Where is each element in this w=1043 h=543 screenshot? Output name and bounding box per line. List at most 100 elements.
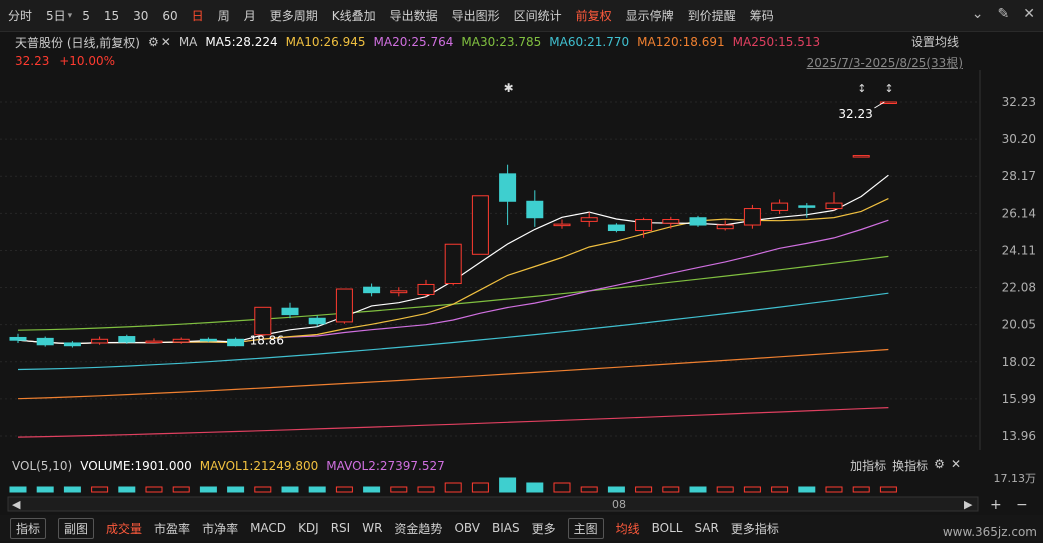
export-data-button[interactable]: 导出数据 [390, 7, 438, 24]
close-icon[interactable]: ✕ [161, 35, 171, 49]
price-change: 32.23 +10.00% [15, 54, 115, 68]
volume-bar [607, 486, 625, 493]
candle-body [118, 336, 136, 343]
forward-adjust-menu[interactable]: 前复权 [576, 7, 612, 24]
range-stats-button[interactable]: 区间统计 [514, 7, 562, 24]
candle-body [635, 219, 653, 232]
zoom-out-icon[interactable]: − [1016, 497, 1028, 513]
candle-body [852, 155, 870, 158]
candle-body [553, 223, 571, 227]
kline-overlay-menu[interactable]: K线叠加 [332, 7, 376, 24]
tab-indicator[interactable]: 指标 [10, 517, 47, 539]
tab-main-chart[interactable]: 主图 [567, 517, 604, 539]
tab-pe[interactable]: 市盈率 [154, 520, 190, 537]
tab-obv[interactable]: OBV [454, 521, 480, 535]
tab-volume[interactable]: 成交量 [106, 520, 142, 537]
candle-body [471, 195, 489, 255]
volume-bar [771, 486, 789, 493]
collapse-icon[interactable]: ⌄ [972, 6, 984, 22]
y-tick-label: 24.11 [1002, 243, 1036, 257]
tab-bias[interactable]: BIAS [492, 521, 520, 535]
ma-settings-button[interactable]: 设置均线 [911, 33, 959, 50]
ma-label: MA [178, 35, 198, 49]
tab-more-indicators[interactable]: 更多指标 [731, 520, 779, 537]
tab-more[interactable]: 更多 [532, 520, 556, 537]
close-icon[interactable]: ✕ [1023, 6, 1035, 22]
gear-icon[interactable]: ⚙ [148, 35, 159, 49]
last-price: 32.23 [15, 54, 50, 68]
candle-body [689, 217, 707, 226]
tab-fund-trend[interactable]: 资金趋势 [394, 520, 442, 537]
kline-chart[interactable]: 32.23 30.20 28.17 26.14 24.11 22.08 20.05 18.02… [0, 70, 1043, 450]
ma60-value: MA60:21.770 [549, 35, 630, 49]
show-suspended-button[interactable]: 显示停牌 [626, 7, 674, 24]
volume-bar [635, 486, 653, 493]
chevron-down-icon: ▾ [67, 10, 73, 21]
tab-15min[interactable]: 15 [104, 9, 119, 23]
high-price-label: 32.23 [838, 107, 872, 121]
y-tick-label: 30.20 [1002, 132, 1036, 146]
tab-daily[interactable]: 日 [192, 7, 204, 24]
candle-body [716, 224, 734, 230]
tab-subchart[interactable]: 副图 [58, 517, 95, 539]
zoom-in-icon[interactable]: + [990, 497, 1002, 513]
chips-button[interactable]: 筹码 [750, 7, 774, 24]
candle-body [798, 205, 816, 208]
volume-bar [63, 486, 81, 493]
ma250-line [17, 407, 889, 438]
volume-bar [662, 486, 680, 493]
date-range-label[interactable]: 2025/7/3-2025/8/25(33根) [807, 54, 963, 71]
event-star-icon: ✱ [504, 81, 514, 95]
tab-30min[interactable]: 30 [133, 9, 148, 23]
stock-name: 天普股份 (日线,前复权) [15, 35, 140, 50]
tab-5min[interactable]: 5 [82, 9, 90, 23]
price-alert-button[interactable]: 到价提醒 [688, 7, 736, 24]
ma10-value: MA10:26.945 [285, 35, 366, 49]
tab-monthly[interactable]: 月 [244, 7, 256, 24]
volume-bar [743, 486, 761, 493]
brush-icon[interactable]: ✎ [998, 6, 1010, 22]
tab-wr[interactable]: WR [362, 521, 382, 535]
candle-body [771, 202, 789, 211]
x-axis-month-label: 08 [612, 498, 626, 511]
tab-5day[interactable]: 5日 [46, 7, 66, 24]
tab-ma[interactable]: 均线 [616, 520, 640, 537]
ma250-value: MA250:15.513 [732, 35, 821, 49]
ma-info-row: 天普股份 (日线,前复权) ⚙ ✕ MA MA5:28.224 MA10:26.… [0, 32, 1043, 52]
volume-bar [798, 486, 816, 493]
volume-bar [471, 482, 489, 493]
tab-rsi[interactable]: RSI [331, 521, 351, 535]
volume-bar [36, 486, 54, 493]
export-image-button[interactable]: 导出图形 [452, 7, 500, 24]
candle-body [199, 338, 217, 342]
candle-body [335, 288, 353, 323]
watermark: www.365jz.com [942, 525, 1037, 539]
tab-sar[interactable]: SAR [694, 521, 718, 535]
y-tick-label: 20.05 [1002, 318, 1036, 332]
time-scrollbar[interactable]: ◀ ▶ 08 + − [0, 495, 1043, 513]
candle-body [662, 219, 680, 224]
volume-bar [825, 486, 843, 493]
tab-60min[interactable]: 60 [162, 9, 177, 23]
tab-weekly[interactable]: 周 [218, 7, 230, 24]
candle-body [36, 337, 54, 346]
scroll-right-icon[interactable]: ▶ [964, 498, 973, 511]
candle-body [308, 317, 326, 325]
candle-body [444, 243, 462, 285]
scroll-track[interactable] [7, 496, 979, 512]
tab-kdj[interactable]: KDJ [298, 521, 319, 535]
indicator-tabs: 指标 副图 成交量 市盈率 市净率 MACD KDJ RSI WR 资金趋势 O… [0, 515, 1043, 541]
volume-bar [199, 486, 217, 493]
tab-boll[interactable]: BOLL [652, 521, 683, 535]
candle-body [743, 208, 761, 226]
y-tick-label: 32.23 [1002, 95, 1036, 109]
volume-bar [9, 486, 27, 493]
candle-body [227, 338, 245, 347]
tab-intraday[interactable]: 分时 [8, 7, 32, 24]
volume-bar [499, 477, 517, 493]
tab-pb[interactable]: 市净率 [202, 520, 238, 537]
tab-macd[interactable]: MACD [250, 521, 286, 535]
scroll-left-icon[interactable]: ◀ [12, 498, 21, 511]
candle-body [91, 338, 109, 344]
more-periods-menu[interactable]: 更多周期 [270, 7, 318, 24]
